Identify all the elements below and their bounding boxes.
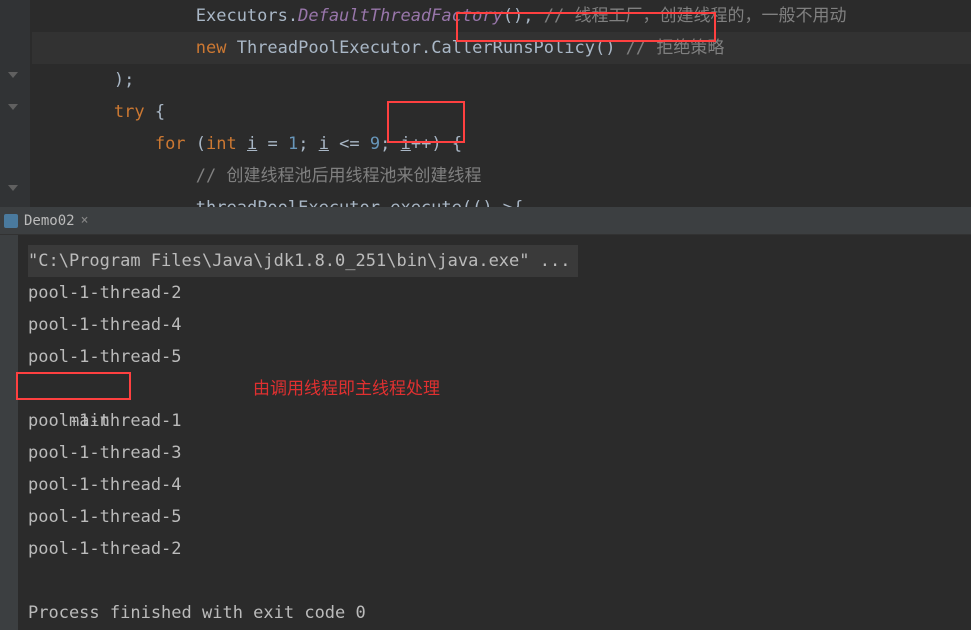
code-line: // 创建线程池后用线程池来创建线程	[32, 160, 971, 192]
code-line: try {	[32, 96, 971, 128]
console-line: pool-1-thread-4	[28, 469, 971, 501]
console-line: pool-1-thread-4	[28, 309, 971, 341]
console-tab-bar: Demo02 ×	[0, 207, 971, 235]
console-line: pool-1-thread-5	[28, 501, 971, 533]
console-command-line: "C:\Program Files\Java\jdk1.8.0_251\bin\…	[28, 245, 971, 277]
tab-label[interactable]: Demo02	[24, 213, 75, 229]
code-line: Executors.DefaultThreadFactory(), // 线程工…	[32, 0, 971, 32]
code-editor[interactable]: Executors.DefaultThreadFactory(), // 线程工…	[0, 0, 971, 207]
console-blank-line	[28, 565, 971, 597]
console-line: pool-1-thread-1	[28, 405, 971, 437]
close-icon[interactable]: ×	[81, 213, 89, 228]
editor-gutter	[0, 0, 30, 207]
code-content[interactable]: Executors.DefaultThreadFactory(), // 线程工…	[0, 0, 971, 207]
run-config-icon	[4, 214, 18, 228]
console-left-margin	[0, 235, 18, 630]
console-line: pool-1-thread-5	[28, 341, 971, 373]
fold-icon[interactable]	[8, 185, 22, 199]
console-line: pool-1-thread-2	[28, 533, 971, 565]
console-exit-line: Process finished with exit code 0	[28, 597, 971, 629]
fold-icon[interactable]	[8, 104, 22, 118]
console-line: pool-1-thread-3	[28, 437, 971, 469]
code-line: threadPoolExecutor.execute(()->{	[32, 192, 971, 207]
console-line: pool-1-thread-2	[28, 277, 971, 309]
console-line-main: main 由调用线程即主线程处理	[28, 373, 971, 405]
code-line: for (int i = 1; i <= 9; i++) {	[32, 128, 971, 160]
code-line: );	[32, 64, 971, 96]
console-output[interactable]: "C:\Program Files\Java\jdk1.8.0_251\bin\…	[0, 235, 971, 629]
code-line: new ThreadPoolExecutor.CallerRunsPolicy(…	[32, 32, 971, 64]
fold-icon[interactable]	[8, 72, 22, 86]
annotation-label: 由调用线程即主线程处理	[253, 373, 440, 405]
